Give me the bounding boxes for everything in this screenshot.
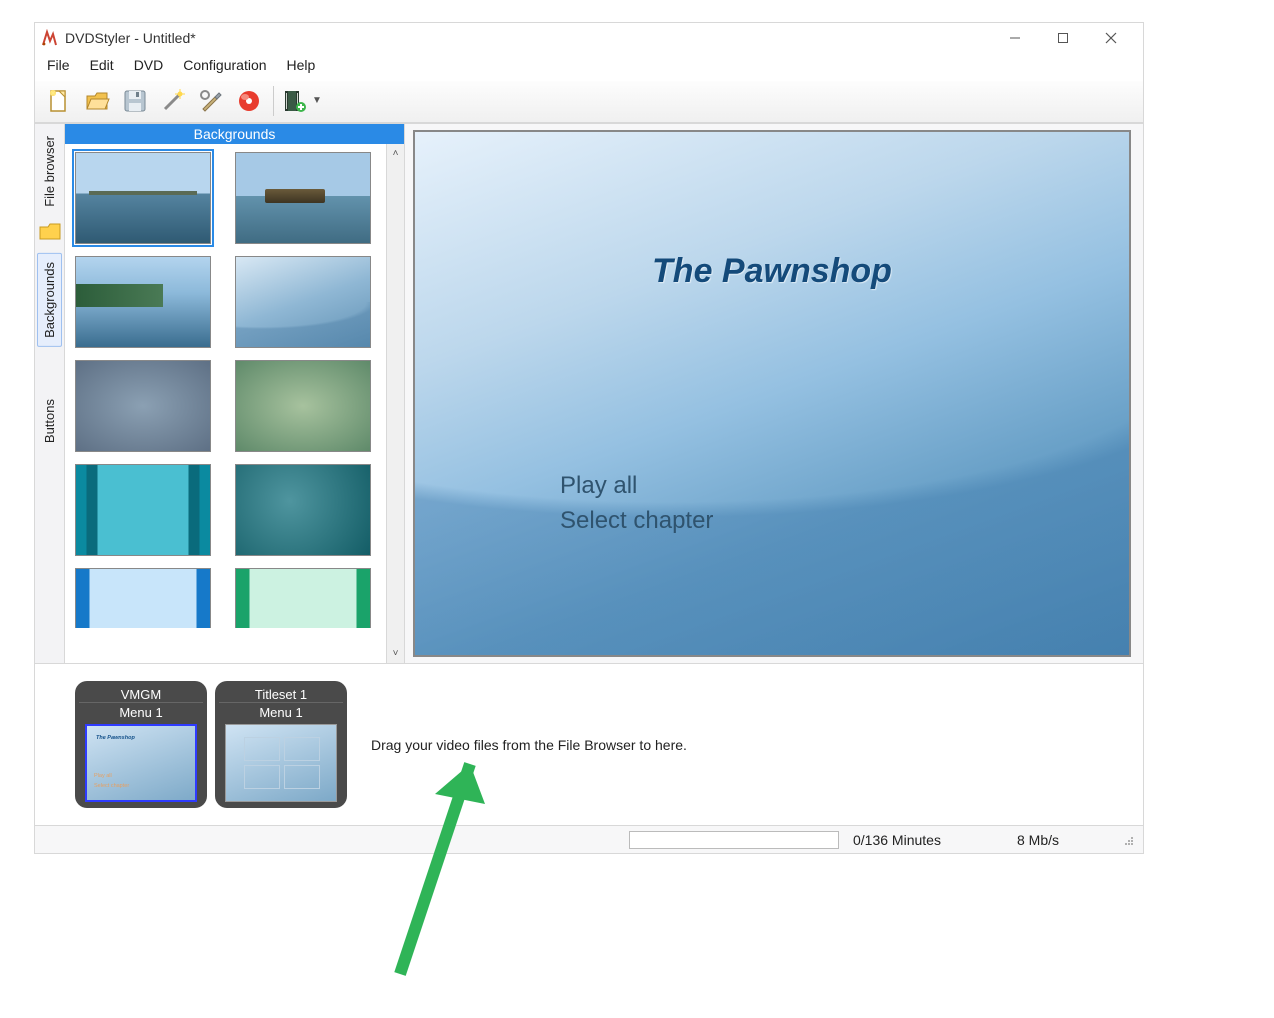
timeline-thumbnail[interactable]: The Pawnshop Play all Select chapter	[85, 724, 197, 802]
toolbar-burn-button[interactable]	[231, 83, 267, 119]
app-window: DVDStyler - Untitled* File Edit DVD Conf…	[34, 22, 1144, 854]
menu-preview-area: The Pawnshop Play all Select chapter	[405, 124, 1143, 663]
menu-configuration[interactable]: Configuration	[175, 55, 274, 75]
timeline[interactable]: VMGM Menu 1 The Pawnshop Play all Select…	[35, 663, 1143, 825]
timeline-card-menu: Menu 1	[219, 702, 343, 720]
timeline-card-name: VMGM	[121, 687, 161, 702]
side-tab-file-browser[interactable]: File browser	[38, 128, 61, 215]
menu-option-play-all[interactable]: Play all	[560, 472, 637, 500]
title-bar: DVDStyler - Untitled*	[35, 23, 1143, 53]
timeline-card-titleset1[interactable]: Titleset 1 Menu 1	[215, 681, 347, 808]
timeline-thumbnail[interactable]	[225, 724, 337, 802]
toolbar-tools-button[interactable]	[193, 83, 229, 119]
panel-scrollbar[interactable]: ˄ ˅	[386, 144, 404, 663]
background-thumbnail[interactable]	[75, 568, 211, 628]
menu-bar: File Edit DVD Configuration Help	[35, 53, 1143, 81]
resize-grip-icon[interactable]	[1121, 833, 1135, 847]
background-thumbnails	[65, 144, 386, 662]
menu-title[interactable]: The Pawnshop	[652, 252, 892, 291]
scroll-up-icon[interactable]: ˄	[393, 148, 399, 159]
background-thumbnail[interactable]	[75, 464, 211, 556]
timeline-card-menu: Menu 1	[79, 702, 203, 720]
timeline-card-name: Titleset 1	[255, 687, 307, 702]
scroll-down-icon[interactable]: ˅	[393, 648, 399, 659]
menu-dvd[interactable]: DVD	[126, 55, 172, 75]
toolbar-open-button[interactable]	[79, 83, 115, 119]
status-minutes: 0/136 Minutes	[853, 832, 1003, 848]
background-thumbnail[interactable]	[75, 360, 211, 452]
menu-preview-canvas[interactable]: The Pawnshop Play all Select chapter	[413, 130, 1131, 657]
toolbar-new-button[interactable]	[41, 83, 77, 119]
menu-edit[interactable]: Edit	[82, 55, 122, 75]
annotation-arrow-icon	[335, 724, 535, 984]
side-tabs: File browser Backgrounds Buttons	[35, 124, 65, 663]
backgrounds-panel: Backgrounds ˄ ˅	[65, 124, 405, 663]
progress-bar	[629, 831, 839, 849]
toolbar-wand-button[interactable]	[155, 83, 191, 119]
folder-icon	[39, 223, 61, 241]
app-icon	[41, 29, 59, 47]
window-minimize-button[interactable]	[997, 26, 1033, 50]
menu-file[interactable]: File	[39, 55, 78, 75]
background-thumbnail[interactable]	[235, 256, 371, 348]
background-thumbnail[interactable]	[235, 152, 371, 244]
background-thumbnail[interactable]	[75, 256, 211, 348]
window-close-button[interactable]	[1093, 26, 1129, 50]
background-thumbnail[interactable]	[235, 360, 371, 452]
status-bar: 0/136 Minutes 8 Mb/s	[35, 825, 1143, 853]
panel-header: Backgrounds	[65, 124, 404, 144]
toolbar-save-button[interactable]	[117, 83, 153, 119]
window-title: DVDStyler - Untitled*	[65, 30, 997, 46]
toolbar-add-clip-dropdown[interactable]: ▼	[280, 87, 322, 115]
side-tab-buttons[interactable]: Buttons	[38, 391, 61, 451]
background-thumbnail[interactable]	[235, 464, 371, 556]
timeline-hint: Drag your video files from the File Brow…	[371, 737, 687, 753]
workspace: File browser Backgrounds Buttons Backgro…	[35, 123, 1143, 663]
menu-option-select-chapter[interactable]: Select chapter	[560, 507, 713, 535]
timeline-card-vmgm[interactable]: VMGM Menu 1 The Pawnshop Play all Select…	[75, 681, 207, 808]
toolbar: ▼	[35, 81, 1143, 123]
menu-help[interactable]: Help	[279, 55, 324, 75]
toolbar-separator	[273, 86, 274, 116]
side-tab-backgrounds[interactable]: Backgrounds	[37, 253, 62, 347]
caret-down-icon: ▼	[312, 95, 322, 106]
window-maximize-button[interactable]	[1045, 26, 1081, 50]
background-thumbnail[interactable]	[235, 568, 371, 628]
background-thumbnail[interactable]	[75, 152, 211, 244]
status-bitrate: 8 Mb/s	[1017, 832, 1107, 848]
